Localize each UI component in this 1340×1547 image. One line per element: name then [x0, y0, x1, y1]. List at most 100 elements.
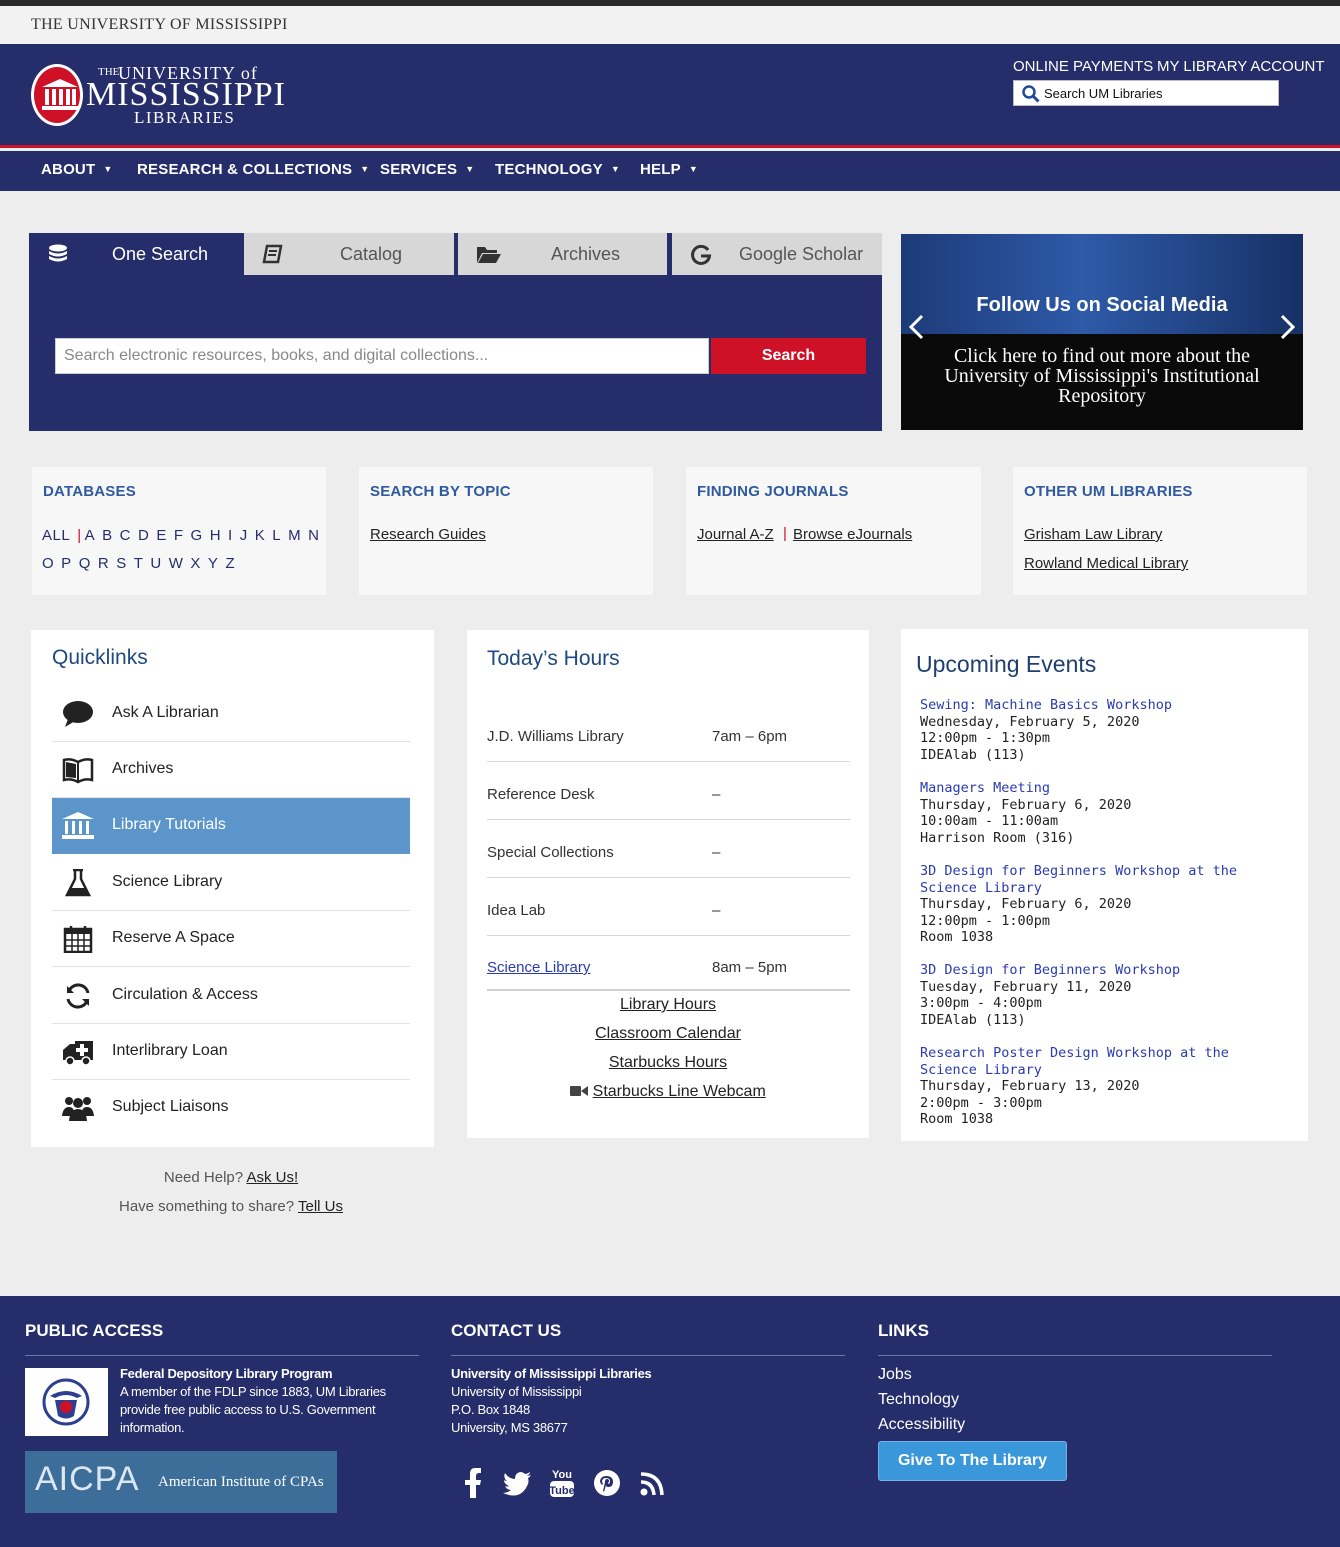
database-letter[interactable]: M: [288, 527, 301, 544]
nav-research-collections[interactable]: RESEARCH & COLLECTIONS ▼: [137, 161, 369, 178]
contact-line: P.O. Box 1848: [451, 1402, 530, 1417]
event-title-link[interactable]: Sewing: Machine Basics Workshop: [920, 697, 1280, 714]
event-title-link[interactable]: 3D Design for Beginners Workshop: [920, 962, 1280, 979]
online-payments-link[interactable]: ONLINE PAYMENTS: [1013, 58, 1153, 75]
institution-icon: [62, 812, 94, 839]
database-letter[interactable]: A: [85, 527, 96, 544]
event-room: IDEAlab (113): [920, 1011, 1026, 1028]
carousel[interactable]: Follow Us on Social Media Click here to …: [901, 234, 1303, 430]
tab-one-search[interactable]: One Search: [29, 233, 240, 275]
browse-ejournals-link[interactable]: Browse eJournals: [793, 526, 912, 543]
nav-services[interactable]: SERVICES ▼: [380, 161, 474, 178]
give-to-library-button[interactable]: Give To The Library: [878, 1441, 1067, 1481]
database-letter[interactable]: O: [42, 555, 54, 572]
database-letter[interactable]: U: [150, 555, 161, 572]
facebook-icon[interactable]: [464, 1468, 482, 1503]
classroom-calendar-link[interactable]: Classroom Calendar: [467, 1025, 869, 1043]
database-letter[interactable]: F: [174, 527, 184, 544]
public-access-heading: PUBLIC ACCESS: [25, 1321, 419, 1356]
aicpa-logo[interactable]: AICPA American Institute of CPAs: [25, 1451, 337, 1513]
footer-link-technology[interactable]: Technology: [878, 1391, 959, 1409]
share-line: Have something to share? Tell Us: [30, 1198, 432, 1215]
database-letter[interactable]: I: [228, 527, 233, 544]
twitter-icon[interactable]: [503, 1472, 531, 1501]
database-letter[interactable]: J: [240, 527, 248, 544]
science-library-hours-link[interactable]: Science Library: [487, 959, 590, 976]
site-search-input[interactable]: [1044, 83, 1274, 103]
event-item: Research Poster Design Workshop at the S…: [920, 1045, 1230, 1128]
database-letter[interactable]: K: [255, 527, 266, 544]
database-letter[interactable]: G: [191, 527, 203, 544]
databases-alpha-row1: ALL | A B C D E F G H I J K L M N: [42, 527, 326, 544]
rowland-medical-library-link[interactable]: Rowland Medical Library: [1024, 555, 1188, 572]
tab-archives[interactable]: Archives: [458, 233, 667, 275]
carousel-next-icon[interactable]: [1279, 314, 1297, 347]
my-library-account-link[interactable]: MY LIBRARY ACCOUNT: [1157, 58, 1325, 75]
database-letter[interactable]: Q: [79, 555, 91, 572]
library-hours-link[interactable]: Library Hours: [467, 996, 869, 1014]
event-title-link[interactable]: Managers Meeting: [920, 780, 1280, 797]
database-letter[interactable]: P: [61, 555, 72, 572]
quicklink-library-tutorials[interactable]: Library Tutorials: [52, 798, 410, 854]
hours-time: 8am – 5pm: [712, 959, 788, 976]
quicklink-archives[interactable]: Archives: [52, 742, 410, 798]
caret-down-icon: ▼: [688, 164, 698, 174]
search-icon[interactable]: [1022, 85, 1040, 103]
event-title-link[interactable]: 3D Design for Beginners Workshop at the …: [920, 863, 1240, 896]
starbucks-webcam-link[interactable]: Starbucks Line Webcam: [593, 1083, 766, 1100]
journal-az-link[interactable]: Journal A-Z: [697, 526, 774, 543]
database-letter[interactable]: E: [156, 527, 167, 544]
caret-down-icon: ▼: [103, 164, 113, 174]
quicklink-ask-a-librarian[interactable]: Ask A Librarian: [52, 686, 410, 742]
pinterest-icon[interactable]: [594, 1470, 620, 1501]
main-search-input[interactable]: [55, 338, 709, 374]
research-guides-link[interactable]: Research Guides: [370, 526, 486, 543]
database-letter[interactable]: B: [102, 527, 113, 544]
rss-icon[interactable]: [640, 1472, 664, 1501]
google-icon: [691, 244, 712, 265]
contact-us-heading: CONTACT US: [451, 1321, 845, 1356]
users-icon: [62, 1097, 94, 1121]
carousel-caption[interactable]: Click here to find out more about the Un…: [921, 346, 1283, 406]
database-letter[interactable]: R: [98, 555, 109, 572]
university-seal-logo[interactable]: [31, 64, 83, 126]
nav-about[interactable]: ABOUT ▼: [41, 161, 112, 178]
database-letter[interactable]: Z: [225, 555, 235, 572]
database-letter[interactable]: N: [308, 527, 319, 544]
footer-link-jobs[interactable]: Jobs: [878, 1366, 912, 1384]
footer-link-accessibility[interactable]: Accessibility: [878, 1416, 965, 1434]
nav-technology[interactable]: TECHNOLOGY ▼: [495, 161, 620, 178]
database-letter[interactable]: X: [190, 555, 201, 572]
tab-google-scholar[interactable]: Google Scholar: [672, 233, 882, 275]
database-letter[interactable]: Y: [208, 555, 219, 572]
quicklink-subject-liaisons[interactable]: Subject Liaisons: [52, 1080, 410, 1136]
university-name[interactable]: THE UNIVERSITY OF MISSISSIPPI: [31, 16, 288, 34]
database-letter[interactable]: W: [169, 555, 184, 572]
database-letter[interactable]: L: [272, 527, 281, 544]
database-letter[interactable]: H: [210, 527, 221, 544]
event-date: Thursday, February 6, 2020: [920, 796, 1132, 813]
nav-help[interactable]: HELP ▼: [640, 161, 698, 178]
share-text: Have something to share?: [118, 1198, 295, 1215]
nav-about-label: ABOUT: [41, 161, 96, 178]
event-title-link[interactable]: Research Poster Design Workshop at the S…: [920, 1045, 1230, 1078]
database-letter[interactable]: C: [120, 527, 131, 544]
grisham-law-library-link[interactable]: Grisham Law Library: [1024, 526, 1162, 543]
site-footer: PUBLIC ACCESS Federal Depository Library…: [0, 1296, 1340, 1547]
starbucks-hours-link[interactable]: Starbucks Hours: [467, 1054, 869, 1072]
database-letter[interactable]: S: [116, 555, 127, 572]
quicklink-reserve-a-space[interactable]: Reserve A Space: [52, 911, 410, 967]
fdlp-logo[interactable]: [25, 1368, 108, 1436]
tell-us-link[interactable]: Tell Us: [298, 1198, 343, 1215]
carousel-prev-icon[interactable]: [907, 314, 925, 347]
search-button[interactable]: Search: [711, 338, 866, 374]
database-letter-all[interactable]: ALL: [42, 527, 70, 544]
youtube-icon[interactable]: You Tube: [549, 1466, 575, 1503]
quicklink-science-library[interactable]: Science Library: [52, 855, 410, 911]
ask-us-link[interactable]: Ask Us!: [246, 1169, 298, 1186]
quicklink-circulation-access[interactable]: Circulation & Access: [52, 968, 410, 1024]
quicklink-interlibrary-loan[interactable]: Interlibrary Loan: [52, 1024, 410, 1080]
database-letter[interactable]: D: [138, 527, 149, 544]
database-letter[interactable]: T: [134, 555, 144, 572]
tab-catalog[interactable]: Catalog: [244, 233, 454, 275]
